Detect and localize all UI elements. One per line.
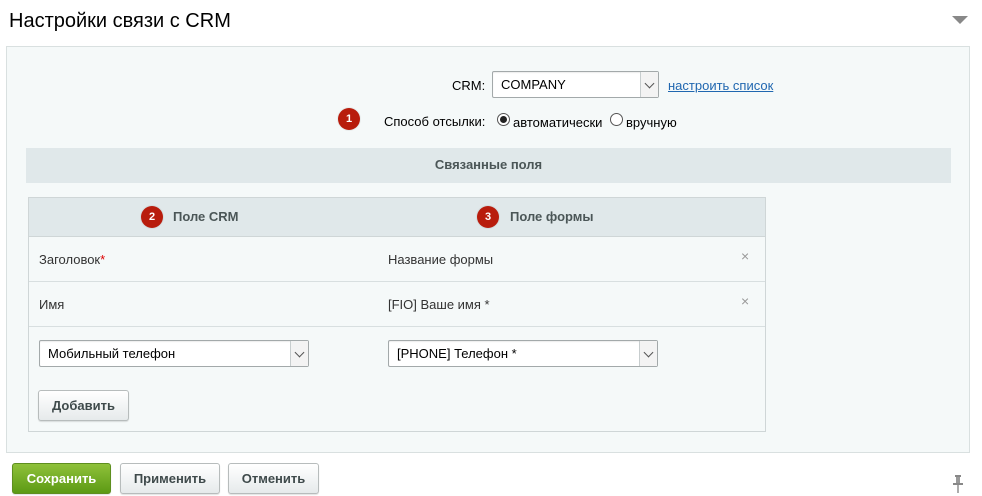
new-form-field-select[interactable]: [PHONE] Телефон *	[388, 340, 658, 367]
crm-label: CRM:	[452, 78, 486, 93]
crm-field-name: Заголовок	[39, 252, 101, 267]
step-badge-2: 2	[141, 206, 163, 228]
crm-entity-select-value: COMPANY	[501, 77, 566, 92]
new-crm-field-select[interactable]: Мобильный телефон	[39, 340, 309, 367]
form-field-cell: [FIO] Ваше имя *	[388, 297, 490, 312]
crm-entity-select[interactable]: COMPANY	[492, 71, 659, 98]
table-row: Заголовок* Название формы ×	[29, 237, 765, 282]
new-form-field-select-value: [PHONE] Телефон *	[397, 346, 517, 361]
page-title: Настройки связи с CRM	[9, 10, 231, 32]
radio-auto[interactable]	[497, 113, 510, 126]
column-header-crm-field: Поле CRM	[173, 209, 239, 224]
radio-manual-label[interactable]: вручную	[626, 115, 677, 130]
collapse-triangle-icon[interactable]	[952, 16, 968, 24]
pin-icon[interactable]	[953, 475, 963, 493]
configure-list-link[interactable]: настроить список	[668, 78, 773, 93]
linked-fields-section-title: Связанные поля	[26, 148, 951, 183]
settings-panel: CRM: COMPANY настроить список 1 Способ о…	[6, 46, 970, 453]
new-crm-field-select-value: Мобильный телефон	[48, 346, 176, 361]
remove-row-icon[interactable]: ×	[741, 293, 749, 309]
add-field-button[interactable]: Добавить	[38, 390, 129, 421]
table-header: 2 Поле CRM 3 Поле формы	[29, 198, 765, 237]
column-header-form-field: Поле формы	[510, 209, 594, 224]
remove-row-icon[interactable]: ×	[741, 248, 749, 264]
send-method-label: Способ отсылки:	[384, 114, 486, 129]
required-mark: *	[100, 252, 106, 267]
apply-button[interactable]: Применить	[120, 463, 220, 494]
table-row: Имя [FIO] Ваше имя * ×	[29, 282, 765, 327]
chevron-down-icon	[640, 72, 658, 97]
header: Настройки связи с CRM	[0, 0, 982, 46]
radio-manual[interactable]	[610, 113, 623, 126]
linked-fields-table: 2 Поле CRM 3 Поле формы Заголовок* Назва…	[28, 197, 766, 432]
step-badge-3: 3	[477, 206, 499, 228]
chevron-down-icon	[290, 341, 308, 366]
cancel-button[interactable]: Отменить	[228, 463, 319, 494]
radio-auto-label[interactable]: автоматически	[513, 115, 602, 130]
chevron-down-icon	[639, 341, 657, 366]
step-badge-1: 1	[338, 108, 360, 130]
crm-field-cell: Имя	[39, 297, 65, 312]
crm-field-cell: Заголовок*	[39, 252, 105, 267]
save-button[interactable]: Сохранить	[12, 463, 111, 494]
form-field-cell: Название формы	[388, 252, 494, 267]
